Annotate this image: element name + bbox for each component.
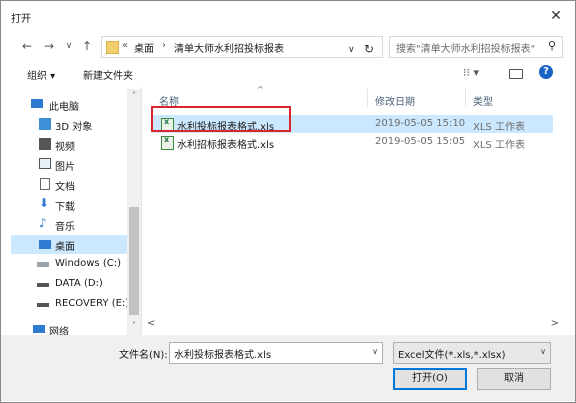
cancel-button[interactable]: 取消 <box>477 368 551 390</box>
sidebar-label: DATA (D:) <box>55 278 103 289</box>
desktop-icon <box>39 240 51 249</box>
dialog-title: 打开 <box>11 14 31 25</box>
breadcrumb-separator-icon: › <box>162 40 166 51</box>
command-toolbar: 组织 ▾ 新建文件夹 <box>1 61 575 87</box>
search-box[interactable]: 搜索"清单大师水利招投标报表" ⚲ <box>389 36 563 58</box>
open-button[interactable]: 打开(O) <box>393 368 467 390</box>
column-divider[interactable] <box>367 89 368 107</box>
sidebar-item-network[interactable]: 网络 <box>11 317 127 335</box>
address-dropdown-icon[interactable]: ∨ <box>348 45 355 55</box>
sidebar-item-desktop[interactable]: 桌面 <box>11 235 127 254</box>
computer-icon <box>31 99 43 108</box>
preview-pane-icon[interactable] <box>509 69 523 79</box>
file-type-filter-value: Excel文件(*.xls,*.xlsx) <box>398 350 506 361</box>
column-divider[interactable] <box>465 89 466 107</box>
sidebar-label: 网络 <box>49 327 69 335</box>
close-icon[interactable]: ✕ <box>545 5 567 27</box>
horizontal-scrollbar[interactable]: < > <box>143 317 563 333</box>
title-bar: 打开 ✕ <box>1 1 575 31</box>
open-file-dialog: 打开 ✕ ← → ∨ ↑ « 桌面 › 清单大师水利招投标报表 ∨ ↻ 搜索"清… <box>0 0 576 403</box>
file-type: XLS 工作表 <box>473 140 525 151</box>
filename-combobox[interactable]: 水利投标报表格式.xls ∨ <box>169 342 383 364</box>
sidebar-item-this-pc[interactable]: 此电脑 <box>11 95 127 114</box>
network-icon <box>33 325 45 333</box>
sidebar-label: Windows (C:) <box>55 258 121 269</box>
navigation-pane: 此电脑 3D 对象 视频 图片 文档 ⬇ 下载 ♪ 音乐 桌面 Windows … <box>11 89 141 335</box>
sidebar-item-drive-e[interactable]: RECOVERY (E:) <box>11 295 130 314</box>
refresh-icon[interactable]: ↻ <box>364 42 374 56</box>
forward-arrow-icon[interactable]: → <box>41 37 57 55</box>
drive-icon <box>37 262 49 267</box>
sidebar-label: 3D 对象 <box>55 122 93 133</box>
highlight-annotation-box <box>151 106 291 132</box>
sidebar-label: 图片 <box>55 162 75 173</box>
sidebar-label: 桌面 <box>55 242 75 253</box>
folder-icon <box>106 41 119 54</box>
column-header-modified[interactable]: 修改日期 <box>375 93 415 108</box>
chevron-down-icon[interactable]: ∨ <box>372 347 378 356</box>
scroll-down-icon[interactable]: ˅ <box>129 321 139 330</box>
sidebar-label: 此电脑 <box>49 102 79 113</box>
sidebar-label: 音乐 <box>55 222 75 233</box>
excel-file-icon <box>161 135 174 150</box>
sidebar-label: RECOVERY (E:) <box>55 298 130 309</box>
breadcrumb-desktop[interactable]: 桌面 <box>134 40 154 55</box>
file-modified-date: 2019-05-05 15:10 <box>375 118 466 129</box>
video-icon <box>39 138 51 150</box>
music-icon: ♪ <box>39 216 47 230</box>
breadcrumb-current-folder[interactable]: 清单大师水利招投标报表 <box>174 40 284 55</box>
sidebar-label: 文档 <box>55 182 75 193</box>
sidebar-label: 视频 <box>55 142 75 153</box>
sidebar-item-videos[interactable]: 视频 <box>11 135 127 154</box>
scroll-up-icon[interactable]: ˄ <box>129 91 139 100</box>
sidebar-item-drive-c[interactable]: Windows (C:) <box>11 255 127 274</box>
help-icon[interactable]: ? <box>539 65 553 79</box>
sort-ascending-icon: ^ <box>257 85 264 94</box>
scrollbar-thumb[interactable] <box>129 207 139 315</box>
column-header-type[interactable]: 类型 <box>473 93 493 108</box>
scroll-left-icon[interactable]: < <box>147 318 155 329</box>
file-modified-date: 2019-05-05 15:05 <box>375 136 466 147</box>
filename-label: 文件名(N): <box>119 350 168 361</box>
search-placeholder: 搜索"清单大师水利招投标报表" <box>396 44 536 55</box>
recent-locations-icon[interactable]: ∨ <box>61 37 77 55</box>
sidebar-item-music[interactable]: ♪ 音乐 <box>11 215 127 234</box>
scroll-right-icon[interactable]: > <box>551 318 559 329</box>
up-arrow-icon[interactable]: ↑ <box>79 37 95 55</box>
drive-icon <box>37 303 49 307</box>
document-icon <box>40 178 50 190</box>
drive-icon <box>37 283 49 287</box>
address-bar[interactable]: « 桌面 › 清单大师水利招投标报表 ∨ ↻ <box>101 36 383 58</box>
sidebar-item-documents[interactable]: 文档 <box>11 175 127 194</box>
navigation-bar: ← → ∨ ↑ « 桌面 › 清单大师水利招投标报表 ∨ ↻ 搜索"清单大师水利… <box>1 31 575 61</box>
organize-menu-button[interactable]: 组织 ▾ <box>27 67 55 82</box>
breadcrumb-overflow-icon[interactable]: « <box>122 40 128 51</box>
pane-divider[interactable] <box>141 87 142 335</box>
file-type-filter-select[interactable]: Excel文件(*.xls,*.xlsx) ∨ <box>393 342 551 364</box>
file-row[interactable]: 水利招标报表格式.xls 2019-05-05 15:05 XLS 工作表 <box>151 133 553 151</box>
search-icon[interactable]: ⚲ <box>548 39 556 52</box>
file-type: XLS 工作表 <box>473 122 525 133</box>
sidebar-item-pictures[interactable]: 图片 <box>11 155 127 174</box>
sidebar-label: 下载 <box>55 202 75 213</box>
view-options-icon[interactable]: ⁝⁝ ▾ <box>463 66 479 79</box>
filename-value[interactable]: 水利投标报表格式.xls <box>174 346 271 361</box>
sidebar-item-downloads[interactable]: ⬇ 下载 <box>11 195 127 214</box>
file-name: 水利招标报表格式.xls <box>177 140 275 151</box>
back-arrow-icon[interactable]: ← <box>19 37 35 55</box>
cube-icon <box>39 118 51 130</box>
sidebar-scrollbar[interactable]: ˄ ˅ <box>127 89 141 335</box>
picture-icon <box>39 158 51 169</box>
chevron-down-icon[interactable]: ∨ <box>540 347 546 356</box>
sidebar-item-drive-d[interactable]: DATA (D:) <box>11 275 127 294</box>
download-icon: ⬇ <box>39 196 50 210</box>
new-folder-button[interactable]: 新建文件夹 <box>83 67 133 82</box>
sidebar-item-3d-objects[interactable]: 3D 对象 <box>11 115 127 134</box>
